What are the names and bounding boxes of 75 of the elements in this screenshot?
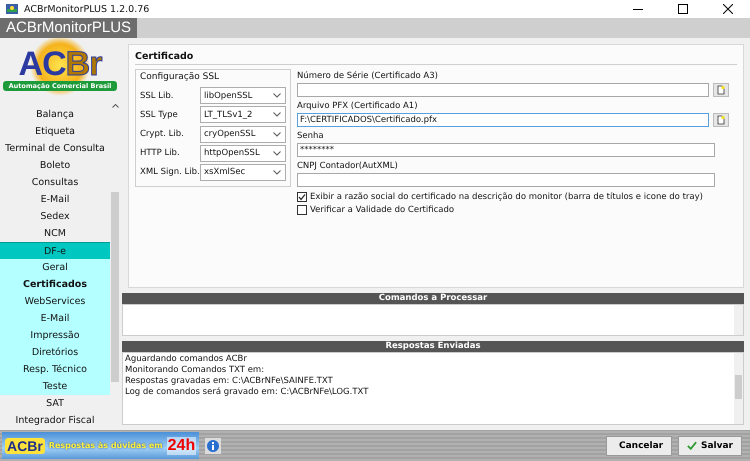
input-field[interactable]: F:\CERTIFICADOS\Certificado.pfx (297, 113, 709, 127)
checkbox-label[interactable]: Exibir a razão social do certificado na descrição do monitor (barra de títulos e icone do tray) (310, 192, 703, 202)
panel-header: Respostas Enviadas (122, 341, 744, 352)
field-label: XML Sign. Lib. (140, 167, 200, 178)
banner-text: Respostas às dúvidas em (48, 441, 163, 450)
sidebar-subitem[interactable]: Impressão (0, 327, 110, 344)
browse-button[interactable] (713, 83, 729, 97)
save-button[interactable]: Salvar (678, 436, 742, 456)
field-label: Número de Série (Certificado A3) (297, 71, 439, 81)
field-label: Arquivo PFX (Certificado A1) (297, 101, 419, 111)
sidebar-subitem[interactable]: Geral (0, 259, 110, 276)
sidebar-item[interactable]: Boleto (0, 157, 110, 174)
app-title: ACBrMonitorPLUS (0, 18, 138, 38)
scroll-up-icon[interactable] (112, 104, 118, 108)
log-line: Monitorando Comandos TXT em: (125, 365, 266, 376)
sidebar-subitem[interactable]: E-Mail (0, 310, 110, 327)
sidebar-subitem[interactable]: Teste (0, 378, 110, 395)
log-line: Aguardando comandos ACBr (125, 354, 248, 365)
chevron-down-icon (273, 93, 281, 98)
field-label: Senha (297, 131, 325, 141)
sidebar-item[interactable]: E-Mail (0, 191, 110, 208)
logo-text: Br (66, 45, 102, 83)
sidebar-item[interactable]: Consultas (0, 174, 110, 191)
cancel-button[interactable]: Cancelar (606, 436, 672, 456)
log-line: Respostas gravadas em: C:\ACBrNFe\SAINFE.TXT (125, 376, 334, 387)
scrollbar-thumb[interactable] (735, 375, 742, 399)
select-dropdown[interactable]: libOpenSSL (200, 87, 286, 104)
banner-background[interactable]: ACBr Respostas às dúvidas em 24h (2, 432, 200, 459)
field-label: HTTP Lib. (140, 148, 181, 158)
close-icon (722, 4, 732, 14)
browse-button[interactable] (713, 113, 729, 127)
document-icon (716, 85, 726, 95)
input-field[interactable] (297, 83, 709, 97)
banner-logo-text: ACBr (5, 438, 45, 454)
checkbox-label[interactable]: Verificar a Validade do Certificado (310, 205, 454, 215)
panel-header: Comandos a Processar (122, 293, 744, 304)
sidebar-item[interactable]: Terminal de Consulta (0, 140, 110, 157)
banner-highlight: 24h (166, 436, 196, 454)
select-dropdown[interactable]: cryOpenSSL (200, 126, 286, 142)
field-label: CNPJ Contador(AutXML) (297, 161, 399, 171)
sidebar-item[interactable]: SAT (0, 395, 110, 412)
field-label: SSL Type (140, 110, 179, 120)
window-title: ACBrMonitorPLUS 1.2.0.76 (24, 4, 150, 14)
sidebar-item[interactable]: NCM (0, 225, 110, 242)
sidebar-subitem[interactable]: Diretórios (0, 344, 110, 361)
sidebar-subitem[interactable]: WebServices (0, 293, 110, 310)
chevron-down-icon (273, 112, 281, 118)
sidebar-item[interactable]: DF-e (0, 242, 110, 259)
responses-text-area[interactable]: Aguardando comandos ACBr Monitorando Comandos TXT em: Respostas gravadas em: C:\ACBrNFe\SAINFE.TXT Log de comandos será gravado em: C:\ACBrNFe\LOG.TXT (122, 352, 744, 425)
checkbox[interactable] (297, 205, 307, 215)
input-field[interactable]: ******** (297, 143, 715, 157)
input-field[interactable] (297, 173, 715, 187)
sidebar-subitem[interactable]: Certificados (0, 276, 110, 293)
sidebar-item[interactable]: Etiqueta (0, 123, 110, 140)
field-label: SSL Lib. (140, 90, 174, 101)
sidebar-subitem[interactable]: Resp. Técnico (0, 361, 110, 378)
select-dropdown[interactable]: LT_TLSv1_2 (200, 106, 286, 124)
select-dropdown[interactable]: xsXmlSec (200, 164, 286, 181)
sidebar-item[interactable]: Sedex (0, 208, 110, 225)
chevron-down-icon (273, 132, 281, 136)
maximize-icon (678, 4, 688, 14)
document-icon (716, 115, 726, 125)
app-icon (6, 4, 18, 14)
sidebar-item[interactable]: Balança (0, 106, 110, 123)
group-title: Certificado (135, 51, 737, 65)
select-dropdown[interactable]: httpOpenSSL (200, 144, 286, 162)
checkmark-icon (687, 440, 697, 451)
chevron-down-icon (273, 150, 281, 156)
log-line: Log de comandos será gravado em: C:\ACBrNFe\LOG.TXT (125, 387, 370, 398)
chevron-down-icon (273, 170, 281, 175)
checkbox[interactable] (297, 192, 307, 202)
group-title: Configuração SSL (140, 72, 220, 82)
sidebar-item[interactable]: Integrador Fiscal (0, 412, 110, 429)
info-icon[interactable] (205, 438, 222, 454)
field-label: Crypt. Lib. (140, 129, 185, 139)
